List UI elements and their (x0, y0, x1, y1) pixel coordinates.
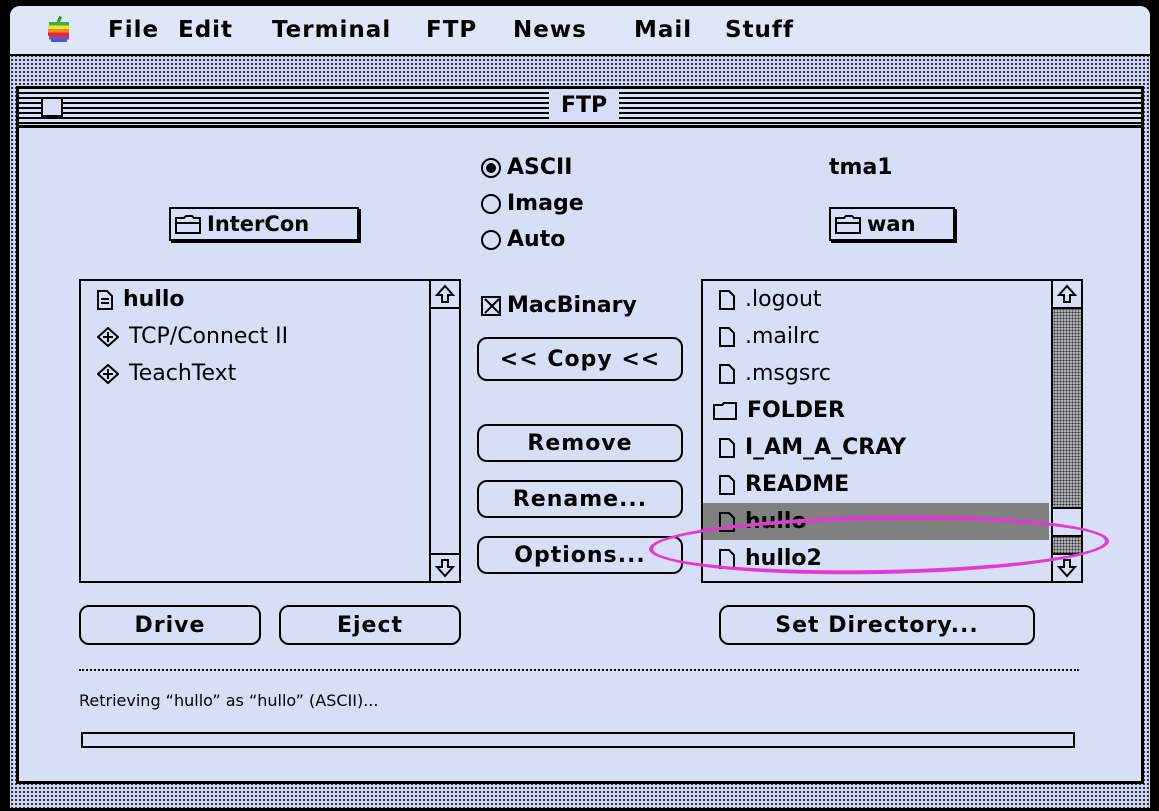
scroll-down-arrow-icon[interactable] (1053, 553, 1081, 581)
list-item[interactable]: README (703, 466, 1081, 503)
local-file-list[interactable]: hullo TCP/Connect II TeachText (79, 279, 461, 583)
menu-ftp[interactable]: FTP (426, 17, 477, 43)
macbinary-checkbox[interactable]: MacBinary (481, 293, 637, 318)
macbinary-label: MacBinary (507, 293, 637, 318)
local-file-name: TCP/Connect II (129, 324, 289, 349)
menu-stuff[interactable]: Stuff (725, 17, 794, 43)
remote-file-name: hullo2 (745, 546, 822, 571)
list-item[interactable]: TeachText (81, 355, 459, 392)
radio-image-label: Image (507, 191, 584, 216)
radio-image-circle (481, 193, 501, 214)
local-file-name: hullo (123, 287, 185, 312)
remote-file-name: FOLDER (747, 398, 845, 423)
radio-ascii[interactable]: ASCII (481, 155, 572, 180)
folder-icon (835, 215, 861, 234)
list-item-selected[interactable]: hullo (703, 503, 1049, 540)
remote-folder-button[interactable]: wan (829, 207, 955, 241)
document-icon (719, 326, 735, 347)
list-item[interactable]: .mailrc (703, 318, 1081, 355)
document-icon (719, 289, 735, 310)
status-message: Retrieving “hullo” as “hullo” (ASCII)... (79, 691, 379, 710)
remote-file-name: .mailrc (745, 324, 820, 349)
remote-file-name: I_AM_A_CRAY (745, 435, 907, 460)
local-scrollbar[interactable] (429, 281, 459, 581)
document-icon (719, 437, 735, 458)
scroll-up-arrow-icon[interactable] (431, 281, 459, 309)
close-box-button[interactable] (41, 97, 63, 117)
rename-button[interactable]: Rename... (477, 480, 683, 518)
desktop: File Edit Terminal FTP News Mail Stuff F… (10, 6, 1150, 808)
scroll-thumb[interactable] (1053, 507, 1081, 537)
ftp-window: FTP InterCon ASCII Image Auto tma1 wan h… (16, 86, 1144, 784)
options-button[interactable]: Options... (477, 536, 683, 574)
remove-button[interactable]: Remove (477, 424, 683, 462)
document-icon (719, 474, 735, 495)
remote-host-label: tma1 (829, 155, 893, 180)
remote-scrollbar[interactable] (1051, 281, 1081, 581)
menu-mail[interactable]: Mail (634, 17, 692, 43)
list-item[interactable]: .msgsrc (703, 355, 1081, 392)
document-icon (97, 289, 113, 310)
document-icon (719, 511, 735, 532)
list-item[interactable]: TCP/Connect II (81, 318, 459, 355)
local-folder-button[interactable]: InterCon (169, 207, 359, 241)
menu-edit[interactable]: Edit (178, 17, 233, 43)
menu-news[interactable]: News (513, 17, 587, 43)
local-folder-label: InterCon (207, 212, 310, 236)
list-item[interactable]: hullo2 (703, 540, 1081, 577)
radio-ascii-circle (481, 157, 501, 178)
document-icon (719, 363, 735, 384)
copy-button[interactable]: << Copy << (477, 337, 683, 381)
application-icon (97, 326, 119, 347)
remote-file-name: .msgsrc (745, 361, 831, 386)
remote-file-name: .logout (745, 287, 822, 312)
progress-bar (81, 732, 1075, 748)
remote-folder-label: wan (867, 212, 916, 236)
menu-bar: File Edit Terminal FTP News Mail Stuff (10, 6, 1150, 56)
scroll-up-arrow-icon[interactable] (1053, 281, 1081, 309)
radio-auto[interactable]: Auto (481, 227, 565, 252)
application-icon (97, 363, 119, 384)
set-directory-button[interactable]: Set Directory... (719, 605, 1035, 645)
menu-terminal[interactable]: Terminal (272, 17, 391, 43)
radio-ascii-label: ASCII (507, 155, 573, 180)
macbinary-checkbox-box (481, 295, 501, 316)
window-title: FTP (549, 91, 620, 121)
apple-menu-icon[interactable] (48, 16, 70, 42)
window-titlebar[interactable]: FTP (19, 89, 1141, 128)
radio-image[interactable]: Image (481, 191, 584, 216)
list-item[interactable]: hullo (81, 281, 459, 318)
radio-auto-label: Auto (507, 227, 566, 252)
eject-button[interactable]: Eject (279, 605, 461, 645)
remote-file-name: README (745, 472, 850, 497)
folder-icon (175, 215, 201, 234)
list-item[interactable]: I_AM_A_CRAY (703, 429, 1081, 466)
remote-file-name: hullo (745, 509, 807, 534)
document-icon (719, 548, 735, 569)
drive-button[interactable]: Drive (79, 605, 261, 645)
scroll-down-arrow-icon[interactable] (431, 553, 459, 581)
status-divider (79, 669, 1079, 671)
remote-file-list[interactable]: .logout .mailrc .msgsrc FOLDER I_AM_A_CR… (701, 279, 1083, 583)
radio-auto-circle (481, 229, 501, 250)
folder-icon (713, 401, 737, 420)
list-item[interactable]: FOLDER (703, 392, 1081, 429)
menu-file[interactable]: File (108, 17, 159, 43)
local-file-name: TeachText (129, 361, 237, 386)
list-item[interactable]: .logout (703, 281, 1081, 318)
